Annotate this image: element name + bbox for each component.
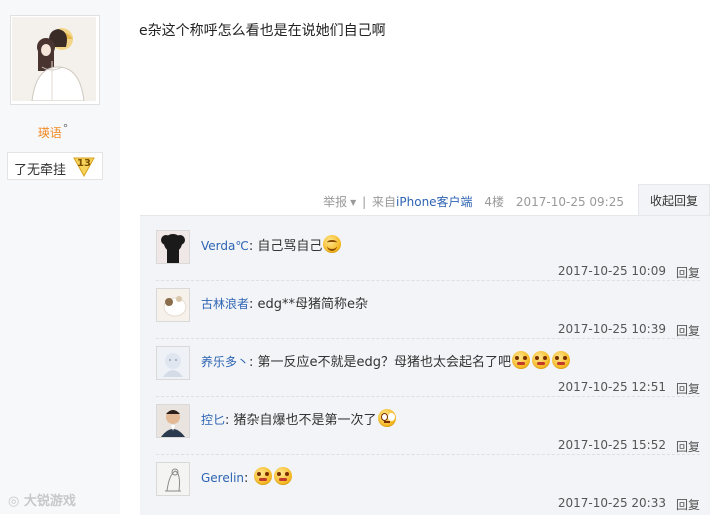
reply-item: Gerelin: 2017-10-25 20:33 回复 (156, 460, 700, 512)
reply-button[interactable]: 回复 (676, 264, 700, 281)
reply-item: Verda℃: 自己骂自己 2017-10-25 10:09 回复 (156, 228, 700, 281)
meta-separator: | (362, 195, 367, 209)
avatar-image (157, 231, 189, 263)
reply-username[interactable]: 控匕 (201, 413, 225, 427)
author-sidebar: 瑛语° 了无牵挂 13 (0, 0, 120, 514)
reply-username[interactable]: Gerelin (201, 471, 244, 485)
reply-button[interactable]: 回复 (676, 496, 700, 513)
reply-date: 2017-10-25 20:33 (557, 496, 666, 510)
reply-date: 2017-10-25 12:51 (557, 380, 666, 394)
floor-number: 4楼 (484, 195, 505, 209)
angry-emoji (273, 467, 292, 485)
reply-username[interactable]: 养乐多丶 (201, 355, 249, 369)
avatar-image (157, 405, 189, 437)
post-content: e杂这个称呼怎么看也是在说她们自己啊 (139, 23, 386, 39)
reply-avatar[interactable] (156, 230, 190, 264)
reply-avatar[interactable] (156, 288, 190, 322)
reply-list: Verda℃: 自己骂自己 2017-10-25 10:09 回复 古林浪者: … (140, 215, 710, 515)
watermark-logo-icon: ◎ (8, 494, 24, 509)
avatar-image (157, 347, 189, 379)
angry-emoji (532, 351, 551, 369)
reply-avatar[interactable] (156, 404, 190, 438)
post-timestamp: 2017-10-25 09:25 (515, 195, 624, 209)
author-avatar[interactable] (10, 15, 100, 105)
avatar-image (157, 289, 189, 321)
level-title: 了无牵挂 (14, 163, 67, 178)
author-name-text[interactable]: 瑛语 (38, 126, 62, 140)
client-prefix: 来自 (372, 195, 397, 209)
report-link[interactable]: 举报 ▼ (323, 195, 356, 209)
reply-text: 自己骂自己 (257, 239, 323, 254)
angry-emoji (512, 351, 531, 369)
reply-line: 古林浪者: edg**母猪简称e杂 (201, 293, 368, 312)
level-badge-icon: 13 (72, 155, 96, 178)
reply-line: Verda℃: 自己骂自己 (201, 235, 342, 254)
collapse-replies-button[interactable]: 收起回复 (638, 184, 710, 216)
report-dropdown-icon[interactable]: ▼ (350, 198, 356, 207)
reply-line: 养乐多丶: 第一反应e不就是edg？母猪也太会起名了吧 (201, 351, 571, 370)
reply-line: Gerelin: (201, 467, 293, 486)
reply-item: 控匕: 猪杂自爆也不是第一次了 2017-10-25 15:52 回复 (156, 402, 700, 455)
reply-username[interactable]: 古林浪者 (201, 297, 249, 311)
reply-date: 2017-10-25 10:39 (557, 322, 666, 336)
angry-emoji (253, 467, 272, 485)
report-label[interactable]: 举报 (323, 195, 347, 209)
reply-text: 第一反应e不就是edg？母猪也太会起名了吧 (257, 355, 512, 370)
reply-text: edg**母猪简称e杂 (257, 297, 369, 312)
reply-colon: : (249, 355, 258, 370)
watermark-text: 大锐游戏 (23, 494, 76, 509)
reply-button[interactable]: 回复 (676, 438, 700, 455)
author-level[interactable]: 了无牵挂 13 (7, 152, 103, 180)
reply-button[interactable]: 回复 (676, 322, 700, 339)
reply-username[interactable]: Verda℃ (201, 239, 249, 253)
reply-date: 2017-10-25 15:52 (557, 438, 666, 452)
avatar-image (157, 463, 189, 495)
avatar-illustration (12, 17, 96, 101)
reply-item: 古林浪者: edg**母猪简称e杂 2017-10-25 10:39 回复 (156, 286, 700, 339)
eyeroll-emoji (377, 409, 396, 427)
angry-emoji (552, 351, 571, 369)
author-name-suffix: ° (62, 122, 69, 135)
reply-line: 控匕: 猪杂自爆也不是第一次了 (201, 409, 397, 428)
reply-button[interactable]: 回复 (676, 380, 700, 397)
reply-colon: : (244, 471, 253, 486)
client-link[interactable]: iPhone客户端 (396, 195, 473, 209)
reply-avatar[interactable] (156, 462, 190, 496)
level-number: 13 (77, 158, 91, 169)
reply-colon: : (225, 413, 234, 428)
watermark: ◎ 大锐游戏 (8, 490, 76, 509)
reply-text: 猪杂自爆也不是第一次了 (233, 413, 377, 428)
reply-colon: : (249, 297, 258, 312)
smile-emoji (323, 235, 342, 253)
reply-date: 2017-10-25 10:09 (557, 264, 666, 278)
reply-item: 养乐多丶: 第一反应e不就是edg？母猪也太会起名了吧 2017-10-25 1… (156, 344, 700, 397)
reply-avatar[interactable] (156, 346, 190, 380)
post-meta: 举报 ▼ | 来自iPhone客户端 4楼 2017-10-25 09:25 (323, 193, 624, 210)
author-name[interactable]: 瑛语° (0, 122, 106, 141)
